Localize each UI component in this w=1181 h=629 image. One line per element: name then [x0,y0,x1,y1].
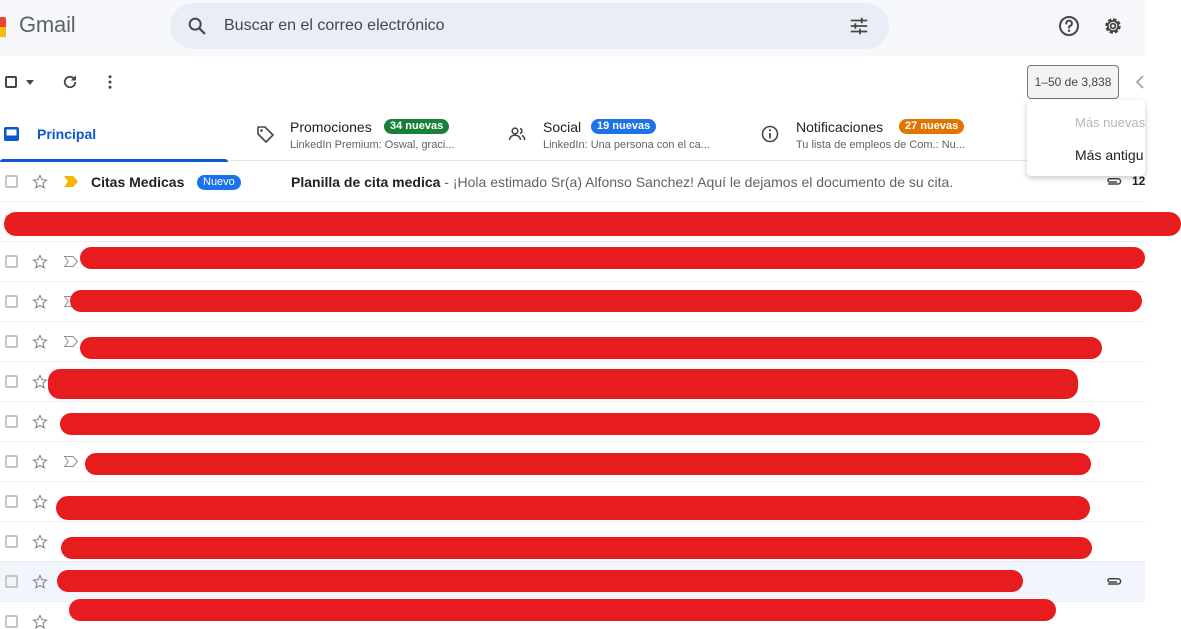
tab-snippet: LinkedIn: Una persona con el ca... [543,139,710,151]
row-checkbox[interactable] [5,335,18,348]
redaction-mark [56,496,1090,520]
redaction-mark [85,453,1091,475]
important-marker-icon[interactable] [64,456,78,467]
tab-new-count-badge: 19 nuevas [591,119,657,134]
important-marker-icon[interactable] [64,336,78,347]
tab-snippet: LinkedIn Premium: Oswal, graci... [290,139,455,151]
search-bar[interactable] [170,3,889,49]
select-all-checkbox[interactable] [5,76,17,88]
tab-label: Principal [37,126,97,142]
tab-social[interactable]: Social 19 nuevas LinkedIn: Una persona c… [503,108,753,161]
row-checkbox[interactable] [5,455,18,468]
tab-new-count-badge: 27 nuevas [899,119,965,134]
important-marker-icon[interactable] [64,176,78,187]
sort-oldest-option[interactable]: Más antigu [1075,147,1143,163]
pagination-range[interactable]: 1–50 de 3,838 [1027,65,1119,99]
star-icon[interactable] [31,613,49,629]
star-icon[interactable] [31,573,49,591]
category-tabs: Principal Promociones 34 nuevas LinkedIn… [0,108,1145,162]
attachment-icon [1107,578,1122,585]
tab-new-count-badge: 34 nuevas [384,119,450,134]
attachment-icon [1107,178,1122,185]
star-icon[interactable] [31,413,49,431]
redaction-mark [60,413,1100,435]
tab-label: Social [543,119,582,135]
top-bar: Gmail [0,0,1145,56]
star-icon[interactable] [31,333,49,351]
row-checkbox[interactable] [5,495,18,508]
tab-label: Promociones [290,119,372,135]
important-marker-icon[interactable] [64,256,78,267]
redaction-mark [61,537,1092,559]
email-subject-line: Planilla de cita medica - ¡Hola estimado… [291,174,953,190]
gmail-window: Gmail Buscar en el correo electrónico 1–… [0,0,1181,629]
row-checkbox[interactable] [5,415,18,428]
tab-principal[interactable]: Principal [0,108,228,162]
help-icon[interactable] [1057,14,1081,38]
tab-snippet: Tu lista de empleos de Com.: Nu... [796,139,965,151]
gear-icon[interactable] [1101,14,1125,38]
email-subject: Planilla de cita medica [291,174,441,190]
chevron-down-icon[interactable] [26,80,34,85]
sort-menu: Más nuevas Más antigu [1027,100,1145,176]
email-row[interactable]: Citas Medicas Nuevo Planilla de cita med… [0,162,1145,202]
people-icon [508,127,526,141]
tune-icon[interactable] [848,15,870,37]
more-vert-icon[interactable] [101,73,119,91]
redaction-mark [80,247,1145,269]
row-checkbox[interactable] [5,375,18,388]
redaction-mark [69,599,1056,621]
redaction-mark [70,290,1142,312]
refresh-icon[interactable] [61,73,79,91]
redaction-mark [4,212,1181,236]
star-icon[interactable] [31,533,49,551]
star-icon[interactable] [31,173,49,191]
star-icon[interactable] [31,253,49,271]
email-sender: Citas Medicas [91,174,185,190]
tab-promociones[interactable]: Promociones 34 nuevas LinkedIn Premium: … [250,108,500,161]
star-icon[interactable] [31,373,49,391]
chevron-left-icon[interactable] [1134,74,1146,90]
row-checkbox[interactable] [5,255,18,268]
redaction-mark [57,570,1023,592]
search-input[interactable] [224,3,784,49]
row-checkbox[interactable] [5,295,18,308]
gmail-logo-text[interactable]: Gmail [19,12,76,38]
row-checkbox[interactable] [5,575,18,588]
star-icon[interactable] [31,493,49,511]
row-checkbox[interactable] [5,175,18,188]
sort-newest-option[interactable]: Más nuevas [1075,115,1145,130]
tab-notificaciones[interactable]: Notificaciones 27 nuevas Tu lista de emp… [756,108,1006,161]
redaction-mark [48,369,1078,399]
inbox-icon [4,127,19,141]
email-snippet: - ¡Hola estimado Sr(a) Alfonso Sanchez! … [440,174,954,190]
gmail-logo-icon[interactable] [0,17,6,37]
row-checkbox[interactable] [5,535,18,548]
redaction-mark [80,337,1102,359]
row-checkbox[interactable] [5,615,18,628]
new-badge: Nuevo [197,175,241,190]
star-icon[interactable] [31,453,49,471]
info-icon [761,125,779,143]
tab-label: Notificaciones [796,119,884,135]
mail-toolbar: 1–50 de 3,838 [0,56,1145,108]
email-date: 12 [1132,174,1146,188]
tag-icon [257,126,274,143]
star-icon[interactable] [31,293,49,311]
search-icon[interactable] [186,15,208,37]
